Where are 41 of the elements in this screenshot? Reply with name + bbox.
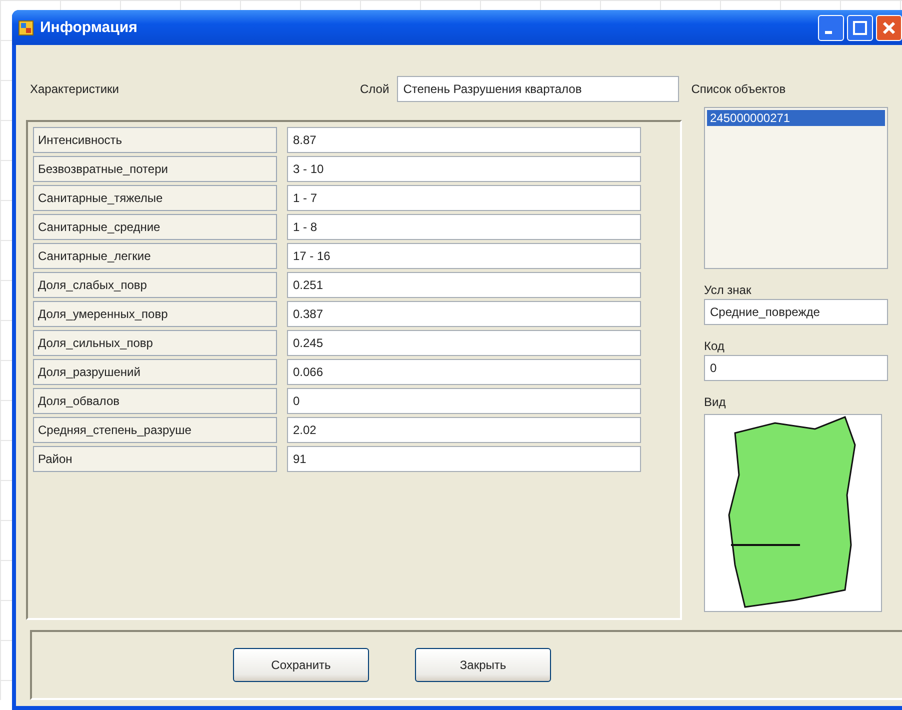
property-value-field[interactable]: 1 - 7 [287,185,641,211]
property-value-field[interactable]: 0.245 [287,330,641,356]
property-value-field[interactable]: 2.02 [287,417,641,443]
code-field[interactable]: 0 [704,355,888,381]
dialog-button[interactable]: Закрыть [415,648,551,682]
property-value-field[interactable]: 91 [287,446,641,472]
object-list-item[interactable]: 245000000271 [707,110,885,126]
symbol-field[interactable]: Средние_поврежде [704,299,888,325]
property-value-field[interactable]: 0.251 [287,272,641,298]
property-value-field[interactable]: 1 - 8 [287,214,641,240]
property-name: Санитарные_тяжелые [33,185,277,211]
layer-label: Слой [360,82,390,96]
property-value-field[interactable]: 17 - 16 [287,243,641,269]
property-name: Доля_умеренных_повр [33,301,277,327]
property-name: Средняя_степень_разруше [33,417,277,443]
property-name: Безвозвратные_потери [33,156,277,182]
property-name: Доля_сильных_повр [33,330,277,356]
property-value-field[interactable]: 0.066 [287,359,641,385]
property-name: Доля_разрушений [33,359,277,385]
property-value-field[interactable]: 8.87 [287,127,641,153]
property-value-field[interactable]: 3 - 10 [287,156,641,182]
property-name: Санитарные_средние [33,214,277,240]
property-value-field[interactable]: 0 [287,388,641,414]
layer-field[interactable]: Степень Разрушения кварталов [397,76,680,102]
property-name: Район [33,446,277,472]
window-icon [18,20,34,36]
close-button[interactable] [876,14,902,40]
property-value-field[interactable]: 0.387 [287,301,641,327]
property-name: Доля_слабых_повр [33,272,277,298]
property-name: Интенсивность [33,127,277,153]
code-label: Код [704,339,726,353]
object-list-label: Список объектов [691,82,786,96]
minimize-button[interactable] [818,14,844,40]
maximize-button[interactable] [847,14,873,40]
symbol-label: Усл знак [704,283,752,297]
characteristics-label: Характеристики [30,82,120,96]
view-label: Вид [704,395,727,409]
property-name: Санитарные_легкие [33,243,277,269]
window-title: Информация [40,19,138,36]
property-name: Доля_обвалов [33,388,277,414]
dialog-button[interactable]: Сохранить [233,648,369,682]
